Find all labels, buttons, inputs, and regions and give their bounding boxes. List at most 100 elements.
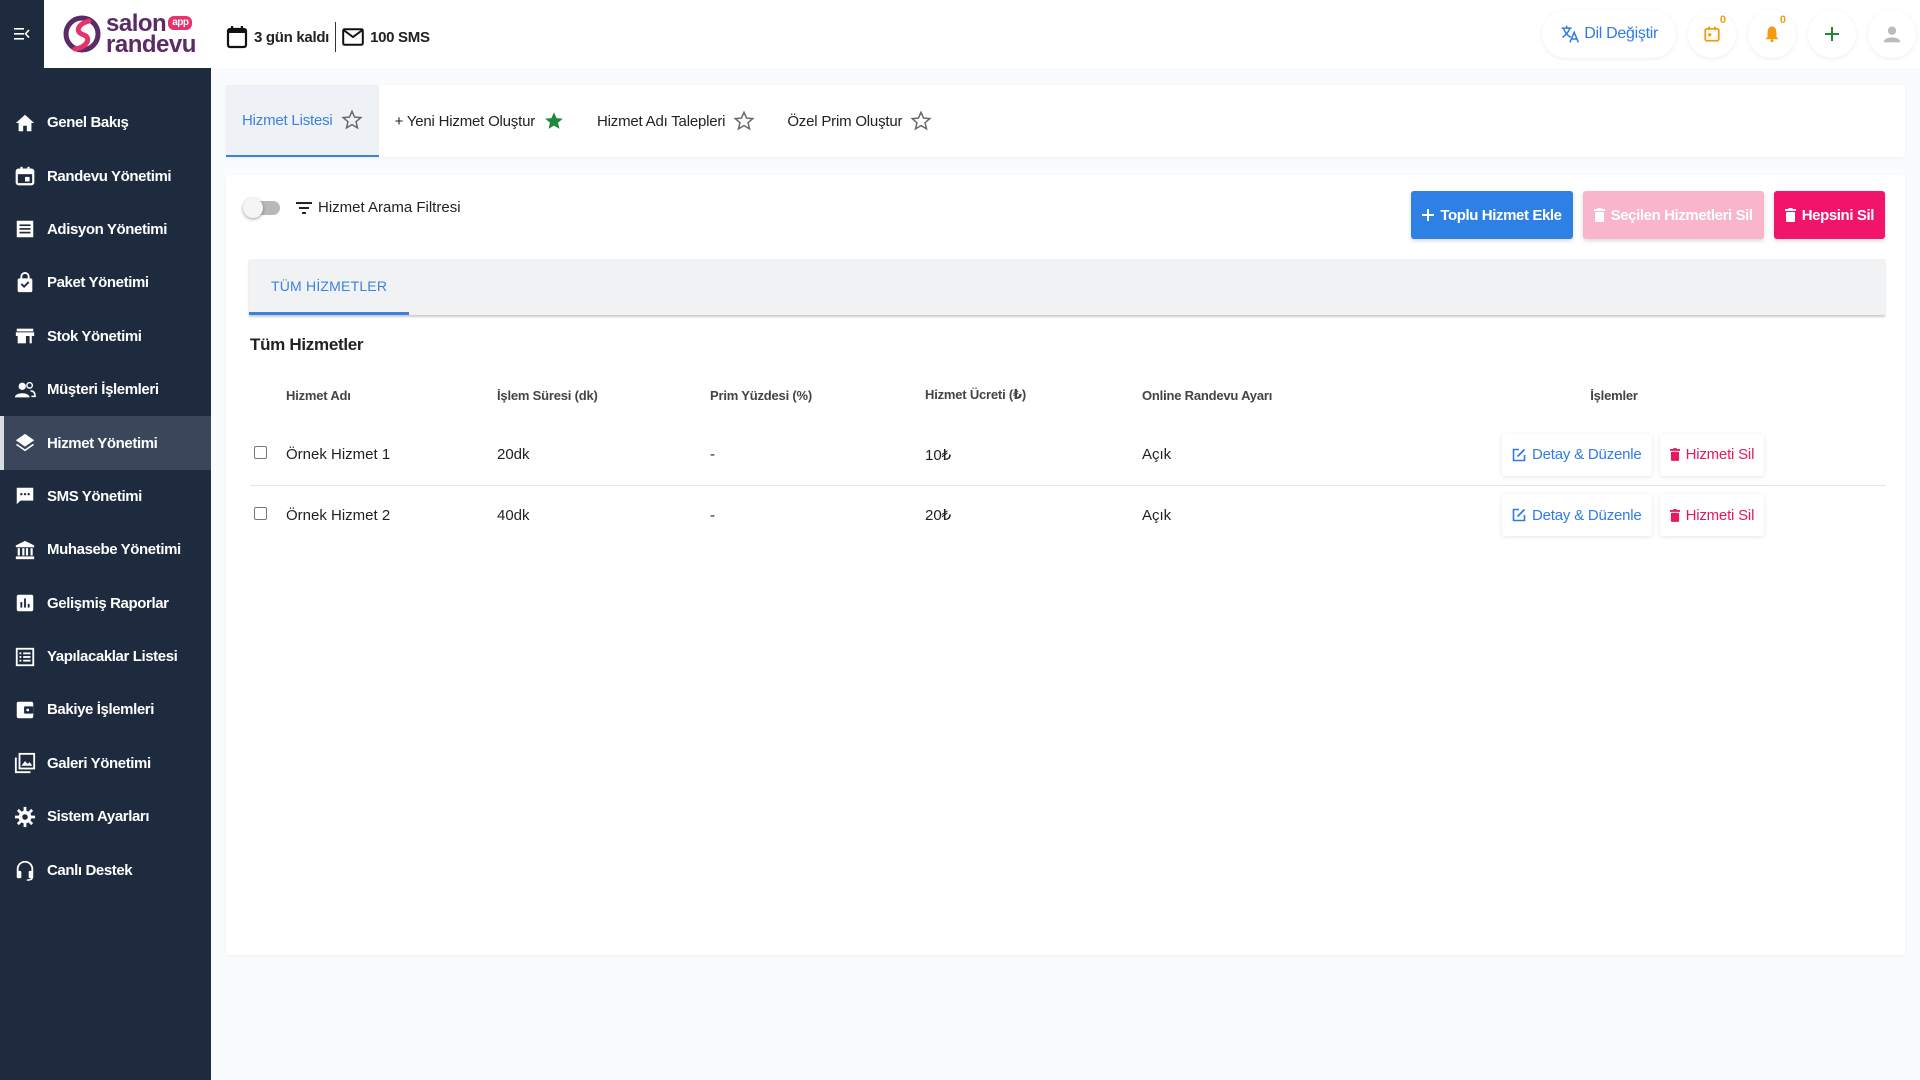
table-row: Örnek Hizmet 2 40dk - 20₺ Açık Detay & D…	[250, 485, 1886, 545]
sidebar-item-label: Hizmet Yönetimi	[47, 434, 158, 452]
user-menu-button[interactable]	[1868, 10, 1916, 58]
tab-label: + Yeni Hizmet Oluştur	[394, 112, 536, 130]
language-button[interactable]: Dil Değiştir	[1542, 10, 1676, 58]
user-avatar-icon	[1883, 26, 1901, 43]
brand-line1: salon	[106, 10, 167, 37]
table-row: Örnek Hizmet 1 20dk - 10₺ Açık Detay & D…	[250, 425, 1886, 486]
cell-prim: -	[710, 425, 925, 486]
tab-ozel-prim[interactable]: Özel Prim Oluştur	[771, 85, 948, 157]
sidebar-item-label: Genel Bakış	[47, 114, 129, 132]
section-title: Tüm Hizmetler	[250, 335, 364, 354]
calendar-icon	[226, 26, 248, 49]
cell-online: Açık	[1142, 506, 1172, 524]
sidebar-item-canli-destek[interactable]: Canlı Destek	[0, 843, 211, 896]
trash-icon	[1784, 208, 1796, 222]
sidebar-item-musteri[interactable]: Müşteri İşlemleri	[0, 363, 211, 416]
sidebar-item-label: Müşteri İşlemleri	[47, 381, 159, 399]
tab-hizmet-adi-talepleri[interactable]: Hizmet Adı Talepleri	[581, 85, 771, 157]
sidebar-item-label: Paket Yönetimi	[47, 274, 149, 292]
header-price: Hizmet Ücreti (₺)	[925, 387, 1026, 402]
filter-toggle[interactable]	[243, 197, 280, 218]
star-outline-icon[interactable]	[910, 110, 932, 132]
home-icon	[13, 111, 37, 135]
sidebar-item-raporlar[interactable]: Gelişmiş Raporlar	[0, 577, 211, 630]
sidebar-item-muhasebe[interactable]: Muhasebe Yönetimi	[0, 523, 211, 576]
sidebar-item-hizmet[interactable]: Hizmet Yönetimi	[0, 416, 211, 470]
people-icon	[13, 378, 37, 402]
sms-balance: 100 SMS	[370, 28, 430, 46]
delete-all-label: Hepsini Sil	[1801, 206, 1875, 224]
row-checkbox[interactable]	[254, 446, 267, 460]
tab-hizmet-listesi[interactable]: Hizmet Listesi	[226, 85, 379, 157]
sidebar-item-label: Galeri Yönetimi	[47, 754, 151, 772]
calendar-icon	[13, 164, 37, 188]
sidebar-item-genel-bakis[interactable]: Genel Bakış	[0, 96, 211, 149]
tab-yeni-hizmet[interactable]: + Yeni Hizmet Oluştur	[379, 85, 581, 157]
bulk-add-label: Toplu Hizmet Ekle	[1440, 206, 1562, 224]
sidebar-item-label: Bakiye İşlemleri	[47, 701, 155, 719]
header-select	[250, 365, 286, 425]
cell-name: Örnek Hizmet 1	[286, 425, 497, 486]
menu-collapse-icon	[14, 28, 30, 40]
sidebar-item-label: Stok Yönetimi	[47, 327, 142, 345]
sidebar-item-label: SMS Yönetimi	[47, 487, 142, 505]
header-prim: Prim Yüzdesi (%)	[710, 387, 813, 403]
tab-tum-hizmetler[interactable]: TÜM HİZMETLER	[249, 259, 410, 315]
sidebar-item-yapilacaklar[interactable]: Yapılacaklar Listesi	[0, 630, 211, 683]
search-filter: Hizmet Arama Filtresi	[243, 197, 461, 218]
tab-label: Hizmet Listesi	[242, 111, 333, 129]
star-outline-icon[interactable]	[340, 109, 363, 131]
tab-label: Hizmet Adı Talepleri	[597, 112, 726, 130]
sidebar-item-stok[interactable]: Stok Yönetimi	[0, 310, 211, 363]
brand-badge: app	[168, 16, 193, 30]
mail-icon	[342, 28, 364, 46]
header-duration: İşlem Süresi (dk)	[497, 387, 598, 403]
list-icon	[13, 645, 37, 669]
notification-count: 0	[1779, 14, 1786, 26]
sidebar-item-sistem-ayarlari[interactable]: Sistem Ayarları	[0, 790, 211, 843]
cell-price: 20₺	[925, 507, 952, 525]
header-actions: İşlemler	[1590, 387, 1638, 403]
sidebar-item-bakiye[interactable]: Bakiye İşlemleri	[0, 683, 211, 736]
sidebar-item-label: Randevu Yönetimi	[47, 167, 172, 185]
services-table: Hizmet Adı İşlem Süresi (dk) Prim Yüzdes…	[250, 365, 1886, 545]
delete-label: Hizmeti Sil	[1685, 506, 1755, 524]
delete-button[interactable]: Hizmeti Sil	[1659, 433, 1765, 476]
sidebar-item-paket[interactable]: Paket Yönetimi	[0, 256, 211, 309]
filter-icon	[296, 201, 312, 214]
edit-button[interactable]: Detay & Düzenle	[1502, 494, 1652, 537]
delete-selected-button[interactable]: Seçilen Hizmetleri Sil	[1582, 191, 1764, 239]
delete-all-button[interactable]: Hepsini Sil	[1773, 191, 1885, 239]
calendar-notifications-button[interactable]: 0	[1688, 10, 1736, 58]
bulk-add-button[interactable]: Toplu Hizmet Ekle	[1411, 191, 1573, 239]
delete-button[interactable]: Hizmeti Sil	[1659, 494, 1765, 537]
brand-logo[interactable]: salon app randevu	[44, 0, 211, 68]
cell-duration: 40dk	[497, 506, 530, 524]
quick-add-button[interactable]	[1808, 10, 1856, 58]
services-card: Hizmet Arama Filtresi Toplu Hizmet Ekle …	[226, 175, 1905, 955]
bulk-actions: Toplu Hizmet Ekle Seçilen Hizmetleri Sil…	[1401, 191, 1885, 239]
logo-mark-icon	[63, 15, 101, 53]
service-tabs: TÜM HİZMETLER	[249, 259, 1885, 315]
main-content: Hizmet Listesi + Yeni Hizmet Oluştur Hiz…	[211, 68, 1920, 1080]
trial-days-left: 3 gün kaldı	[254, 28, 330, 46]
edit-button[interactable]: Detay & Düzenle	[1502, 433, 1652, 476]
divider	[335, 22, 337, 52]
cell-name: Örnek Hizmet 2	[286, 506, 391, 524]
sidebar-item-randevu[interactable]: Randevu Yönetimi	[0, 149, 211, 202]
row-checkbox[interactable]	[254, 506, 267, 520]
store-icon	[13, 324, 37, 348]
star-filled-icon[interactable]	[543, 110, 565, 132]
edit-icon	[1512, 448, 1526, 462]
sidebar-item-adisyon[interactable]: Adisyon Yönetimi	[0, 203, 211, 256]
sidebar-item-sms[interactable]: SMS Yönetimi	[0, 470, 211, 523]
chart-icon	[13, 591, 37, 615]
trash-icon	[1669, 448, 1680, 462]
layers-icon	[13, 431, 37, 455]
sidebar-item-galeri[interactable]: Galeri Yönetimi	[0, 737, 211, 790]
menu-toggle-button[interactable]	[0, 0, 44, 68]
star-outline-icon[interactable]	[733, 110, 755, 132]
trial-status: 3 gün kaldı 100 SMS	[226, 22, 430, 52]
sidebar-item-label: Yapılacaklar Listesi	[47, 648, 178, 666]
notifications-button[interactable]: 0	[1748, 10, 1796, 58]
